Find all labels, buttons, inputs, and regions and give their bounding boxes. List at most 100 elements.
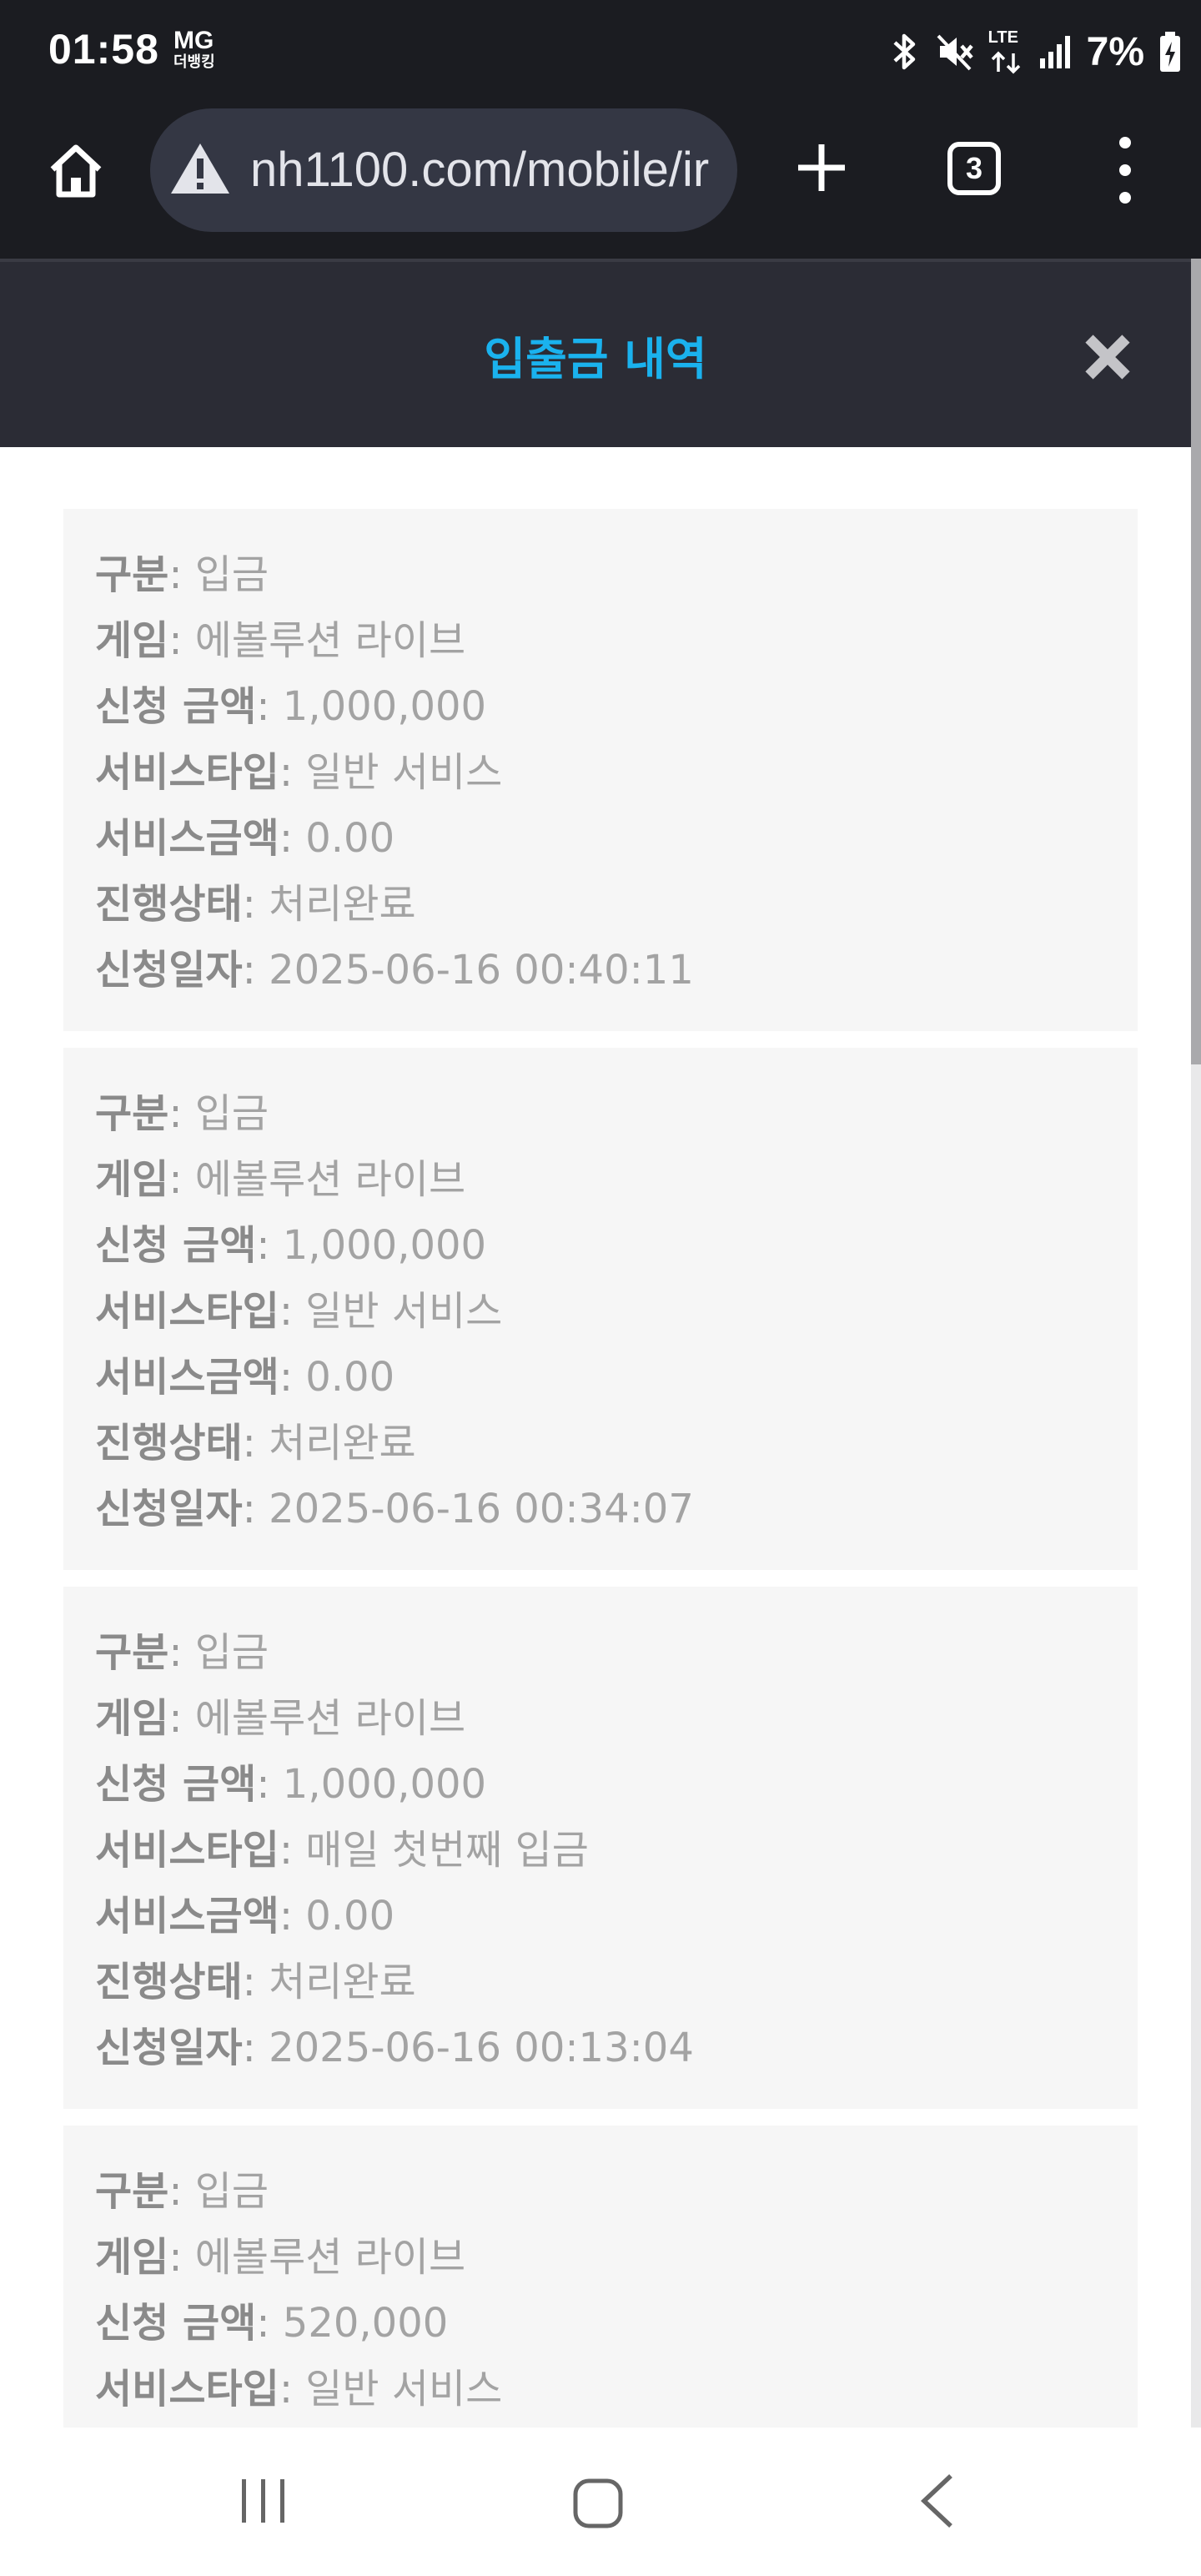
status-label: 진행상태: [95, 1420, 243, 1467]
date-value: 2025-06-16 00:34:07: [269, 1486, 694, 1532]
more-menu-button[interactable]: [1104, 137, 1146, 204]
service-type-value: 일반 서비스: [305, 1288, 503, 1335]
type-value: 입금: [194, 1629, 269, 1676]
game-label: 게임: [95, 2234, 169, 2281]
date-label: 신청일자: [95, 947, 243, 994]
service-type-label: 서비스타입: [95, 749, 279, 796]
amount-label: 신청 금액: [95, 683, 257, 730]
browser-toolbar: nh1100.com/mobile/ir 3: [0, 103, 1201, 259]
date-label: 신청일자: [95, 1486, 243, 1532]
type-row: 구분: 입금: [95, 1090, 269, 1137]
service-amount-value: 0.00: [305, 1354, 395, 1401]
service-type-value: 일반 서비스: [305, 749, 503, 796]
menu-dot: [1119, 137, 1131, 148]
transaction-card: 구분: 입금 게임: 에볼루션 라이브 신청 금액: 520,000 서비스타입…: [63, 2126, 1138, 2428]
plus-icon: [798, 144, 845, 191]
amount-value: 1,000,000: [282, 683, 487, 730]
date-row: 신청일자: 2025-06-16 00:40:11: [95, 947, 694, 994]
type-value: 입금: [194, 2168, 269, 2215]
status-value: 처리완료: [269, 1959, 416, 2005]
carrier-subname: 더뱅킹: [173, 53, 215, 71]
url-text[interactable]: nh1100.com/mobile/ir: [250, 142, 717, 199]
date-label: 신청일자: [95, 2025, 243, 2071]
menu-dot: [1119, 164, 1131, 176]
date-row: 신청일자: 2025-06-16 00:34:07: [95, 1486, 694, 1532]
service-amount-label: 서비스금액: [95, 1893, 279, 1940]
type-label: 구분: [95, 1090, 169, 1137]
lte-label: LTE: [987, 28, 1018, 47]
status-label: 진행상태: [95, 1959, 243, 2005]
page-header: 입출금 내역: [0, 259, 1191, 447]
service-amount-value: 0.00: [305, 815, 395, 862]
amount-row: 신청 금액: 520,000: [95, 2300, 449, 2347]
service-type-value: 일반 서비스: [305, 2366, 503, 2412]
amount-row: 신청 금액: 1,000,000: [95, 683, 487, 730]
game-row: 게임: 에볼루션 라이브: [95, 2234, 466, 2281]
signal-icon: [1039, 36, 1070, 68]
service-type-label: 서비스타입: [95, 2366, 279, 2412]
game-value: 에볼루션 라이브: [194, 2234, 466, 2281]
game-value: 에볼루션 라이브: [194, 1156, 466, 1203]
service-type-label: 서비스타입: [95, 1288, 279, 1335]
service-amount-row: 서비스금액: 0.00: [95, 1893, 395, 1940]
amount-row: 신청 금액: 1,000,000: [95, 1761, 487, 1808]
status-value: 처리완료: [269, 881, 416, 928]
game-row: 게임: 에볼루션 라이브: [95, 1156, 466, 1203]
status-value: 처리완료: [269, 1420, 416, 1467]
status-row: 진행상태: 처리완료: [95, 1420, 416, 1467]
scrollbar-thumb[interactable]: [1191, 259, 1201, 1064]
date-row: 신청일자: 2025-06-16 00:13:04: [95, 2025, 694, 2071]
transaction-card: 구분: 입금 게임: 에볼루션 라이브 신청 금액: 1,000,000 서비스…: [63, 509, 1138, 1031]
carrier-label: MG 더뱅킹: [173, 28, 215, 70]
home-icon: [50, 144, 102, 198]
transaction-list: 구분: 입금 게임: 에볼루션 라이브 신청 금액: 1,000,000 서비스…: [0, 447, 1191, 2428]
service-type-label: 서비스타입: [95, 1827, 279, 1874]
amount-value: 1,000,000: [282, 1761, 487, 1808]
amount-value: 1,000,000: [282, 1222, 487, 1269]
tab-switcher-button[interactable]: 3: [947, 142, 1001, 195]
lte-icon: LTE: [988, 28, 1025, 75]
type-row: 구분: 입금: [95, 551, 269, 598]
service-type-row: 서비스타입: 매일 첫번째 입금: [95, 1827, 589, 1874]
status-icons: LTE 7%: [888, 25, 1183, 78]
service-amount-row: 서비스금액: 0.00: [95, 1354, 395, 1401]
system-nav-bar: [0, 2428, 1201, 2576]
home-nav-icon[interactable]: [572, 2478, 624, 2529]
recent-apps-icon[interactable]: [239, 2476, 289, 2526]
warning-icon[interactable]: [168, 140, 232, 197]
close-icon[interactable]: [1081, 330, 1134, 384]
back-icon[interactable]: [917, 2473, 957, 2529]
new-tab-button[interactable]: [784, 130, 859, 205]
game-row: 게임: 에볼루션 라이브: [95, 617, 466, 664]
page-title: 입출금 내역: [484, 333, 707, 385]
service-amount-value: 0.00: [305, 1893, 395, 1940]
type-label: 구분: [95, 551, 169, 598]
service-amount-label: 서비스금액: [95, 815, 279, 862]
type-value: 입금: [194, 1090, 269, 1137]
amount-label: 신청 금액: [95, 1222, 257, 1269]
type-label: 구분: [95, 2168, 169, 2215]
amount-label: 신청 금액: [95, 1761, 257, 1808]
type-row: 구분: 입금: [95, 2168, 269, 2215]
battery-percent: 7%: [1086, 29, 1144, 74]
date-value: 2025-06-16 00:40:11: [269, 947, 694, 994]
amount-row: 신청 금액: 1,000,000: [95, 1222, 487, 1269]
bluetooth-icon: [893, 33, 915, 70]
type-value: 입금: [194, 551, 269, 598]
transaction-card: 구분: 입금 게임: 에볼루션 라이브 신청 금액: 1,000,000 서비스…: [63, 1048, 1138, 1570]
service-amount-label: 서비스금액: [95, 1354, 279, 1401]
game-value: 에볼루션 라이브: [194, 1695, 466, 1742]
game-label: 게임: [95, 1695, 169, 1742]
amount-label: 신청 금액: [95, 2300, 257, 2347]
status-row: 진행상태: 처리완료: [95, 881, 416, 928]
transaction-card: 구분: 입금 게임: 에볼루션 라이브 신청 금액: 1,000,000 서비스…: [63, 1587, 1138, 2109]
status-row: 진행상태: 처리완료: [95, 1959, 416, 2005]
url-bar[interactable]: nh1100.com/mobile/ir: [150, 108, 737, 232]
data-arrows-icon: [991, 51, 1020, 74]
battery-charging-icon: [1160, 32, 1180, 72]
game-label: 게임: [95, 617, 169, 664]
type-row: 구분: 입금: [95, 1629, 269, 1676]
home-button[interactable]: [40, 135, 112, 207]
status-time: 01:58: [48, 26, 159, 73]
amount-value: 520,000: [282, 2300, 449, 2347]
